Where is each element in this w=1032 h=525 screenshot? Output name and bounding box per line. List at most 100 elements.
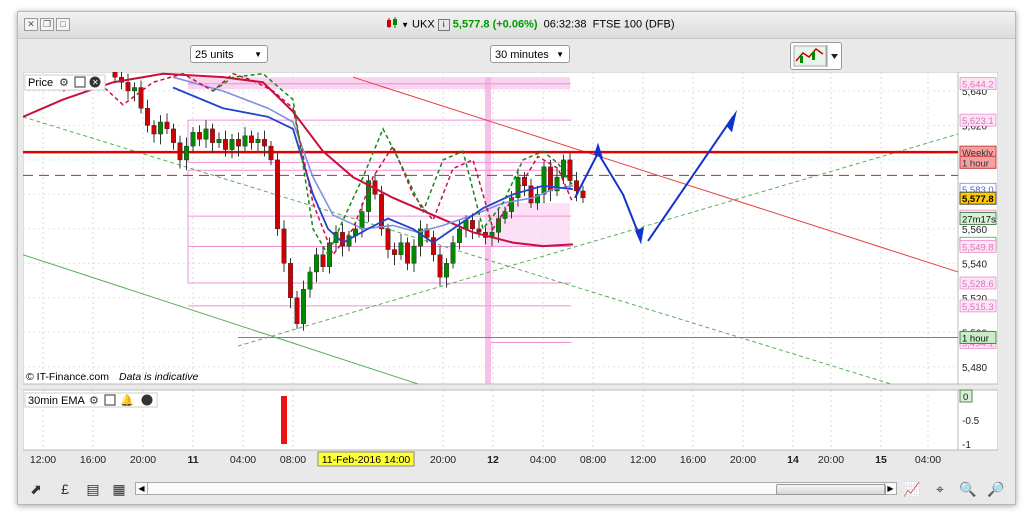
candle-body (450, 242, 456, 264)
candle-body (502, 211, 508, 219)
candle-body (151, 125, 157, 135)
maximize-window-button[interactable]: □ (56, 18, 70, 31)
ticker-dropdown-icon[interactable]: ▼ (401, 20, 409, 29)
units-value: 25 units (195, 49, 234, 61)
info-icon[interactable]: i (437, 18, 450, 31)
chart-style-icon (793, 45, 838, 67)
zoom-in-icon[interactable]: 🔎 (987, 480, 1005, 498)
candle-body (457, 228, 462, 243)
x-tick-label: 08:00 (580, 454, 606, 466)
candle-body (379, 194, 384, 230)
chart-type-button[interactable] (790, 42, 842, 70)
chart-type-icon[interactable]: 📈 (903, 480, 921, 498)
scroll-right-icon[interactable]: ▶ (884, 483, 896, 494)
candle-body (281, 228, 287, 264)
print-icon[interactable]: ▤ (84, 480, 102, 498)
x-tick-label: 16:00 (80, 454, 106, 466)
candle-body (190, 132, 196, 147)
scroll-left-icon[interactable]: ◀ (136, 483, 148, 494)
y-tick-label: 5,560 (962, 225, 987, 236)
candle-body (476, 228, 482, 233)
candle-body (229, 139, 235, 150)
instrument-name: FTSE 100 (DFB) (592, 18, 675, 31)
candle-body (307, 271, 313, 290)
candle-body (177, 142, 183, 161)
candle-body (184, 145, 189, 161)
x-tick-label: 04:00 (230, 454, 256, 466)
zoom-chart-icon[interactable]: ⬈ (27, 480, 45, 498)
interval-select[interactable]: 30 minutes ▼ (490, 45, 570, 63)
candle-body (242, 135, 248, 147)
candle-body (437, 254, 443, 278)
x-tick-label: 12:00 (30, 454, 56, 466)
candle-body (158, 121, 163, 135)
x-tick-label: 16:00 (680, 454, 706, 466)
x-tick-label: 11 (187, 454, 198, 466)
candle-body (275, 159, 280, 230)
candle-body (444, 263, 449, 278)
zoom-out-icon[interactable]: 🔍 (959, 480, 977, 498)
level-tag-label: 5,528.6 (962, 279, 994, 290)
x-tick-label: 08:00 (280, 454, 306, 466)
close-icon-glyph: ✕ (92, 78, 99, 87)
candle-body (431, 237, 436, 255)
x-tick-label: 04:00 (530, 454, 556, 466)
candle-body (574, 180, 579, 192)
indicator-label: 30min EMA (28, 395, 86, 407)
candle-body (359, 211, 365, 230)
chart-area[interactable]: 5,6405,6205,6005,5805,5605,5405,5205,500… (22, 65, 999, 467)
candle-body (398, 242, 404, 255)
candle-body (125, 82, 131, 92)
candle-body (567, 159, 573, 181)
chevron-down-icon: ▼ (254, 50, 262, 59)
candle-body (216, 139, 222, 143)
candle-body (223, 139, 228, 150)
candle-body (314, 254, 319, 273)
candle-body (470, 220, 475, 230)
level-tag-label: 5,549.8 (962, 242, 994, 253)
indicator-tick-label: -0.5 (962, 416, 980, 427)
candle-body (268, 145, 274, 161)
candle-body (132, 87, 137, 92)
currency-icon[interactable]: £ (56, 480, 74, 498)
candle-body (320, 254, 326, 267)
wrench-icon: ⚙ (59, 77, 69, 89)
level-tag-label: 5,623.1 (962, 116, 994, 127)
y-tick-label: 5,540 (962, 259, 987, 270)
data-indicative-note: Data is indicative (119, 371, 199, 383)
chart-canvas[interactable]: 5,6405,6205,6005,5805,5605,5405,5205,500… (22, 65, 999, 467)
scroll-thumb[interactable] (776, 484, 886, 495)
candle-body (145, 107, 150, 126)
x-tick-label: 04:00 (915, 454, 941, 466)
hour-red-tag-label: 1 hour (962, 158, 989, 169)
crosshair-icon[interactable]: ⌖ (931, 480, 949, 498)
chart-window: ✕ ❐ □ ▼ UKX i 5,577.8 (+0.06%) 06:32:38 … (17, 11, 1016, 505)
hour-green-tag-label: 1 hour (962, 333, 989, 344)
indicator-value-label: 0 (963, 392, 968, 403)
bell-icon: 🔔 (120, 394, 134, 407)
clock-time: 06:32:38 (543, 18, 587, 31)
level-tag-label: 5,644.2 (962, 80, 994, 91)
candle-body (210, 128, 215, 143)
indicators-icon[interactable]: ▦ (110, 480, 128, 498)
interval-value: 30 minutes (495, 49, 549, 61)
last-price-tag-label: 5,577.8 (962, 194, 994, 205)
ticker[interactable]: UKX (412, 18, 435, 30)
close-icon (141, 394, 153, 406)
candle-body (197, 132, 202, 140)
level-tag-label: 5,515.3 (962, 302, 994, 313)
indicator-bar (281, 396, 287, 444)
restore-window-button[interactable]: ❐ (40, 18, 54, 31)
copyright-footer: © IT-Finance.com (26, 371, 109, 383)
close-window-button[interactable]: ✕ (24, 18, 38, 31)
candle-body (405, 242, 410, 264)
horizontal-scrollbar[interactable]: ◀ ▶ (135, 482, 897, 495)
candle-body (541, 166, 547, 195)
units-select[interactable]: 25 units ▼ (190, 45, 268, 63)
candlestick-icon (386, 17, 398, 32)
candle-body (580, 190, 586, 199)
x-tick-label: 12 (487, 454, 499, 466)
y-tick-label: 5,480 (962, 363, 987, 374)
chevron-down-icon: ▼ (556, 50, 564, 59)
candle-body (203, 128, 209, 140)
